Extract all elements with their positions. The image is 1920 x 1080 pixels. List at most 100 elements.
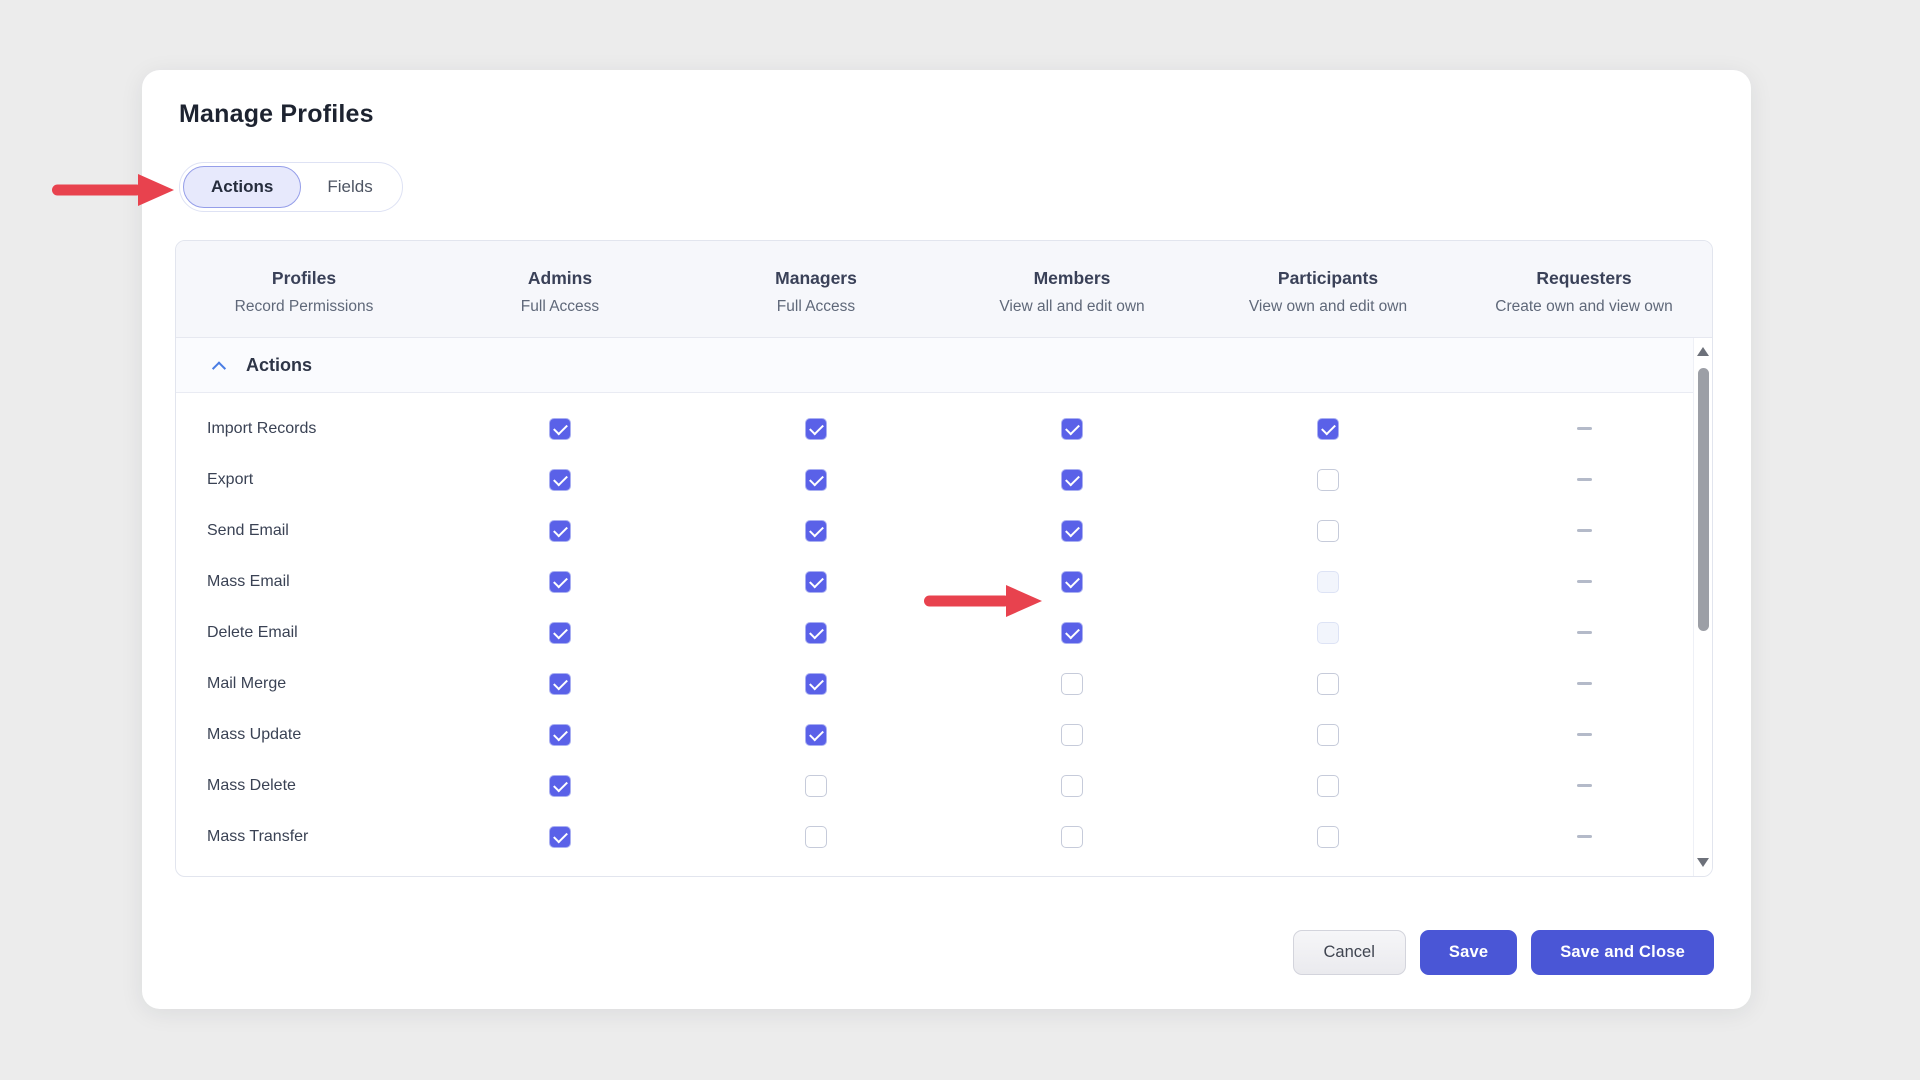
- row-label-send-email: Send Email: [176, 522, 432, 540]
- section-label: Actions: [246, 355, 312, 376]
- checkbox-import-records-participants[interactable]: [1317, 418, 1339, 440]
- checkbox-export-admins[interactable]: [549, 469, 571, 491]
- checkbox-import-records-members[interactable]: [1061, 418, 1083, 440]
- cell-send-email-managers: [688, 520, 944, 542]
- no-permission-dash: [1577, 580, 1592, 583]
- checkbox-send-email-admins[interactable]: [549, 520, 571, 542]
- cell-import-records-admins: [432, 418, 688, 440]
- checkbox-mass-email-managers[interactable]: [805, 571, 827, 593]
- cell-mass-email-admins: [432, 571, 688, 593]
- cell-mass-transfer-members: [944, 826, 1200, 848]
- checkbox-mass-transfer-members[interactable]: [1061, 826, 1083, 848]
- cell-mass-transfer-admins: [432, 826, 688, 848]
- row-label-export: Export: [176, 471, 432, 489]
- checkbox-mail-merge-admins[interactable]: [549, 673, 571, 695]
- checkbox-import-records-admins[interactable]: [549, 418, 571, 440]
- checkbox-mass-transfer-participants[interactable]: [1317, 826, 1339, 848]
- checkbox-delete-email-managers[interactable]: [805, 622, 827, 644]
- scrollbar-thumb[interactable]: [1698, 368, 1709, 631]
- checkbox-send-email-members[interactable]: [1061, 520, 1083, 542]
- checkbox-mail-merge-managers[interactable]: [805, 673, 827, 695]
- checkbox-mass-update-admins[interactable]: [549, 724, 571, 746]
- checkbox-delete-email-admins[interactable]: [549, 622, 571, 644]
- cell-mass-delete-admins: [432, 775, 688, 797]
- tab-fields[interactable]: Fields: [301, 166, 398, 208]
- cell-export-requesters: [1456, 478, 1712, 481]
- cell-import-records-requesters: [1456, 427, 1712, 430]
- checkbox-delete-email-members[interactable]: [1061, 622, 1083, 644]
- checkbox-export-managers[interactable]: [805, 469, 827, 491]
- no-permission-dash: [1577, 682, 1592, 685]
- checkbox-mass-email-participants: [1317, 571, 1339, 593]
- table-row-mass-transfer: Mass Transfer: [176, 811, 1712, 862]
- cell-import-records-members: [944, 418, 1200, 440]
- row-label-mass-transfer: Mass Transfer: [176, 828, 432, 846]
- checkbox-mail-merge-participants[interactable]: [1317, 673, 1339, 695]
- scroll-up-arrow-icon[interactable]: [1697, 347, 1709, 356]
- checkbox-mass-delete-admins[interactable]: [549, 775, 571, 797]
- checkbox-mass-email-admins[interactable]: [549, 571, 571, 593]
- cell-delete-email-requesters: [1456, 631, 1712, 634]
- cell-mass-delete-members: [944, 775, 1200, 797]
- no-permission-dash: [1577, 478, 1592, 481]
- no-permission-dash: [1577, 835, 1592, 838]
- no-permission-dash: [1577, 733, 1592, 736]
- cell-delete-email-admins: [432, 622, 688, 644]
- manage-profiles-dialog: Manage Profiles Actions Fields Profiles …: [142, 70, 1751, 1009]
- page-background: Manage Profiles Actions Fields Profiles …: [0, 0, 1920, 1080]
- cell-export-participants: [1200, 469, 1456, 491]
- no-permission-dash: [1577, 427, 1592, 430]
- checkbox-mass-delete-members[interactable]: [1061, 775, 1083, 797]
- checkbox-mail-merge-members[interactable]: [1061, 673, 1083, 695]
- save-button[interactable]: Save: [1420, 930, 1517, 975]
- column-header-members: Members View all and edit own: [944, 262, 1200, 316]
- column-header-managers: Managers Full Access: [688, 262, 944, 316]
- cell-delete-email-managers: [688, 622, 944, 644]
- checkbox-mass-update-members[interactable]: [1061, 724, 1083, 746]
- cell-delete-email-participants: [1200, 622, 1456, 644]
- cell-mass-transfer-managers: [688, 826, 944, 848]
- checkbox-mass-update-managers[interactable]: [805, 724, 827, 746]
- cell-import-records-participants: [1200, 418, 1456, 440]
- no-permission-dash: [1577, 784, 1592, 787]
- cell-mail-merge-requesters: [1456, 682, 1712, 685]
- checkbox-mass-delete-managers[interactable]: [805, 775, 827, 797]
- checkbox-mass-update-participants[interactable]: [1317, 724, 1339, 746]
- cell-import-records-managers: [688, 418, 944, 440]
- checkbox-send-email-participants[interactable]: [1317, 520, 1339, 542]
- tab-actions[interactable]: Actions: [183, 166, 301, 208]
- cancel-button[interactable]: Cancel: [1293, 930, 1406, 975]
- row-label-mass-update: Mass Update: [176, 726, 432, 744]
- column-header-admins: Admins Full Access: [432, 262, 688, 316]
- checkbox-mass-transfer-managers[interactable]: [805, 826, 827, 848]
- row-label-import-records: Import Records: [176, 420, 432, 438]
- cell-mass-delete-requesters: [1456, 784, 1712, 787]
- column-header-requesters: Requesters Create own and view own: [1456, 262, 1712, 316]
- column-header-profiles: Profiles Record Permissions: [176, 262, 432, 316]
- red-arrow-to-actions-tab: [50, 172, 176, 208]
- scroll-down-arrow-icon[interactable]: [1697, 858, 1709, 867]
- checkbox-export-participants[interactable]: [1317, 469, 1339, 491]
- tab-group: Actions Fields: [179, 162, 403, 212]
- save-and-close-button[interactable]: Save and Close: [1531, 930, 1714, 975]
- cell-mass-email-managers: [688, 571, 944, 593]
- checkbox-delete-email-participants: [1317, 622, 1339, 644]
- section-actions-toggle[interactable]: Actions: [176, 338, 1712, 393]
- checkbox-export-members[interactable]: [1061, 469, 1083, 491]
- table-header: Profiles Record Permissions Admins Full …: [176, 241, 1712, 338]
- row-label-mass-delete: Mass Delete: [176, 777, 432, 795]
- cell-mass-transfer-requesters: [1456, 835, 1712, 838]
- checkbox-mass-transfer-admins[interactable]: [549, 826, 571, 848]
- checkbox-import-records-managers[interactable]: [805, 418, 827, 440]
- checkbox-mass-delete-participants[interactable]: [1317, 775, 1339, 797]
- table-row-import-records: Import Records: [176, 403, 1712, 454]
- table-row-send-email: Send Email: [176, 505, 1712, 556]
- checkbox-mass-email-members[interactable]: [1061, 571, 1083, 593]
- cell-mass-email-participants: [1200, 571, 1456, 593]
- checkbox-send-email-managers[interactable]: [805, 520, 827, 542]
- cell-mail-merge-admins: [432, 673, 688, 695]
- cell-mail-merge-members: [944, 673, 1200, 695]
- cell-mass-update-participants: [1200, 724, 1456, 746]
- cell-mass-update-members: [944, 724, 1200, 746]
- cell-send-email-participants: [1200, 520, 1456, 542]
